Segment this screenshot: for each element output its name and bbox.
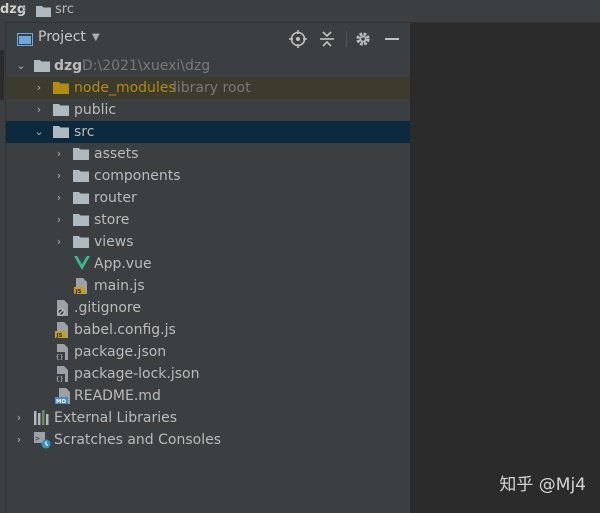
tree-item-package-lock[interactable]: {} package-lock.json <box>6 363 410 385</box>
header-divider <box>346 31 347 47</box>
collapse-all-icon[interactable] <box>318 30 336 48</box>
panel-title[interactable]: Project <box>38 29 86 45</box>
chevron-right-icon[interactable]: › <box>52 143 66 165</box>
folder-icon <box>73 170 89 182</box>
project-path: D:\2021\xuexi\dzg <box>82 58 211 74</box>
project-panel: Project ▼ ⌄ dzg D:\2021\xuexi\dzg › node… <box>6 23 411 513</box>
ignore-file-icon <box>57 300 68 316</box>
tree-item-label: src <box>74 124 95 140</box>
tree-item-label: views <box>94 234 134 250</box>
tree-item-readme[interactable]: MD README.md <box>6 385 410 407</box>
project-tool-tab[interactable] <box>0 50 4 100</box>
js-file-icon: JS <box>74 278 87 294</box>
chevron-down-icon[interactable]: ⌄ <box>32 121 46 143</box>
tree-item-label: components <box>94 168 181 184</box>
chevron-right-icon[interactable]: › <box>32 77 46 99</box>
svg-text:{}: {} <box>56 375 64 382</box>
tree-item-router[interactable]: › router <box>6 187 410 209</box>
folder-icon <box>73 192 89 204</box>
minimize-icon[interactable] <box>383 30 401 48</box>
tree-item-scratches[interactable]: › > Scratches and Consoles <box>6 429 410 451</box>
libraries-icon <box>34 410 49 425</box>
folder-icon <box>73 214 89 226</box>
svg-text:>: > <box>35 434 40 443</box>
chevron-right-icon[interactable]: › <box>12 407 26 429</box>
tree-item-babel-config[interactable]: JS babel.config.js <box>6 319 410 341</box>
vue-icon <box>74 256 90 270</box>
chevron-right-icon[interactable]: › <box>52 209 66 231</box>
tree-item-public[interactable]: › public <box>6 99 410 121</box>
tree-item-store[interactable]: › store <box>6 209 410 231</box>
tree-item-label: package.json <box>74 344 167 360</box>
json-file-icon: {} <box>55 344 68 360</box>
folder-icon <box>36 6 51 17</box>
chevron-down-icon[interactable]: ⌄ <box>14 55 28 77</box>
svg-text:MD: MD <box>56 399 66 404</box>
markdown-file-icon: MD <box>55 388 70 404</box>
svg-text:JS: JS <box>75 289 82 294</box>
tree-item-external-libraries[interactable]: › External Libraries <box>6 407 410 429</box>
tree-item-label: assets <box>94 146 139 162</box>
tree-item-label: public <box>74 102 117 118</box>
tree-item-label: store <box>94 212 130 228</box>
json-file-icon: {} <box>55 366 68 382</box>
tree-item-label: node_modules <box>74 80 176 96</box>
scratches-icon: > <box>34 432 51 449</box>
locate-icon[interactable] <box>289 30 307 48</box>
folder-icon <box>53 104 69 116</box>
tree-item-root[interactable]: ⌄ dzg D:\2021\xuexi\dzg <box>6 55 410 77</box>
tree-item-label: package-lock.json <box>74 366 200 382</box>
tree-item-label: babel.config.js <box>74 322 176 338</box>
tree-item-label: .gitignore <box>74 300 141 316</box>
tree-item-assets[interactable]: › assets <box>6 143 410 165</box>
panel-header: Project ▼ <box>6 23 410 55</box>
folder-icon <box>73 236 89 248</box>
editor-area <box>411 23 600 513</box>
tree-item-label: router <box>94 190 137 206</box>
chevron-right-icon[interactable]: › <box>52 165 66 187</box>
gear-icon[interactable] <box>354 30 372 48</box>
folder-icon <box>53 82 69 94</box>
tree-item-main-js[interactable]: JS main.js <box>6 275 410 297</box>
watermark: 知乎 @Mj4 <box>499 475 586 495</box>
tree-item-components[interactable]: › components <box>6 165 410 187</box>
chevron-right-icon[interactable]: › <box>52 231 66 253</box>
tree-item-label: Scratches and Consoles <box>54 432 221 448</box>
breadcrumb: dzg › src <box>0 0 600 23</box>
tree-item-label: External Libraries <box>54 410 177 426</box>
chevron-down-icon[interactable]: ▼ <box>92 32 100 43</box>
tree-item-app-vue[interactable]: App.vue <box>6 253 410 275</box>
tree-item-label: App.vue <box>94 256 152 272</box>
svg-text:{}: {} <box>56 353 64 360</box>
breadcrumb-folder[interactable]: src <box>55 0 74 20</box>
js-file-icon: JS <box>55 322 68 338</box>
tree-item-src[interactable]: ⌄ src <box>6 121 410 143</box>
tree-item-label: main.js <box>94 278 145 294</box>
tree-item-views[interactable]: › views <box>6 231 410 253</box>
folder-icon <box>53 126 69 138</box>
chevron-right-icon[interactable]: › <box>12 429 26 451</box>
chevron-right-icon[interactable]: › <box>32 99 46 121</box>
project-icon <box>17 33 33 46</box>
tree-item-node-modules[interactable]: › node_modules library root <box>6 77 410 99</box>
folder-icon <box>73 148 89 160</box>
tree-item-label: README.md <box>74 388 161 404</box>
svg-text:JS: JS <box>56 333 63 338</box>
tree-item-label: dzg <box>54 58 83 74</box>
chevron-right-icon: › <box>22 2 28 17</box>
folder-icon <box>34 60 50 72</box>
tree-item-gitignore[interactable]: .gitignore <box>6 297 410 319</box>
tree-item-package-json[interactable]: {} package.json <box>6 341 410 363</box>
library-root-hint: library root <box>173 80 251 96</box>
chevron-right-icon[interactable]: › <box>52 187 66 209</box>
